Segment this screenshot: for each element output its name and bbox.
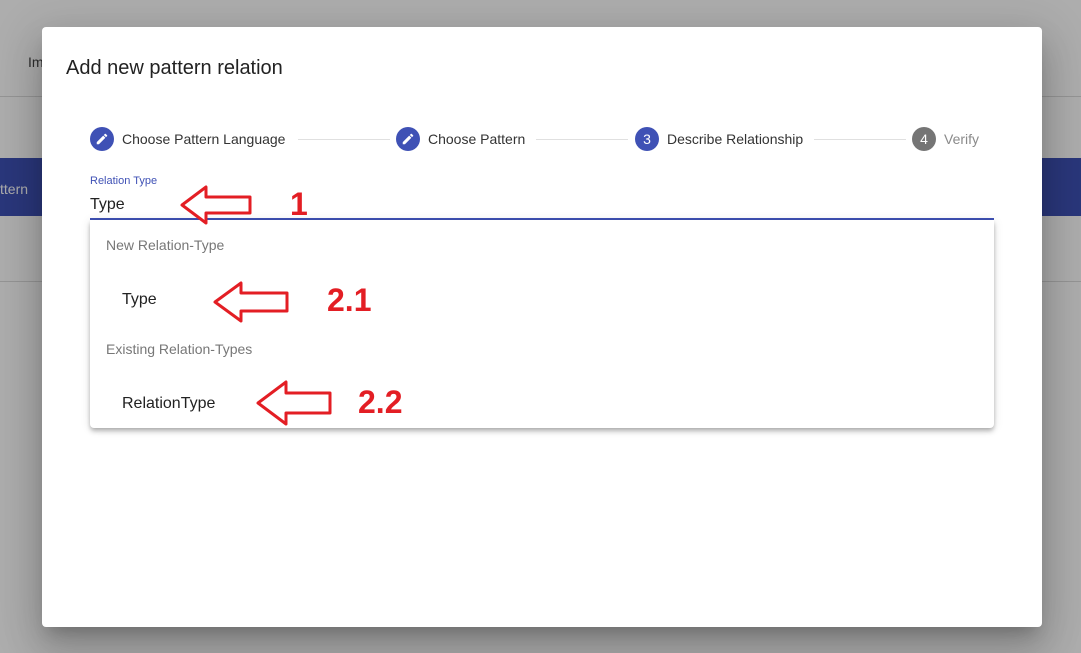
- annotation-number: 2.2: [358, 384, 403, 420]
- annotation-number: 1: [290, 186, 308, 222]
- step-connector: [814, 139, 906, 140]
- step-number-icon: 3: [635, 127, 659, 151]
- step-label: Choose Pattern: [428, 131, 526, 147]
- annotation-arrow-icon: [213, 281, 289, 323]
- step-describe-relationship[interactable]: 3 Describe Relationship: [635, 127, 804, 151]
- pencil-icon: [90, 127, 114, 151]
- group-label-new: New Relation-Type: [106, 237, 225, 253]
- pencil-icon: [396, 127, 420, 151]
- annotation-arrow-icon: [256, 380, 332, 426]
- option-existing-relationtype[interactable]: RelationType: [90, 382, 994, 426]
- annotation-arrow-icon: [180, 185, 252, 225]
- annotation-number: 2.1: [327, 282, 372, 318]
- step-label: Choose Pattern Language: [122, 131, 286, 147]
- step-choose-pattern[interactable]: Choose Pattern: [396, 127, 526, 151]
- add-pattern-relation-dialog: Add new pattern relation Choose Pattern …: [42, 27, 1042, 627]
- step-label: Verify: [944, 131, 980, 147]
- relation-type-label: Relation Type: [90, 175, 158, 187]
- step-verify[interactable]: 4 Verify: [912, 127, 980, 151]
- relation-type-autocomplete-panel: New Relation-Type Type Existing Relation…: [90, 220, 994, 428]
- dialog-title: Add new pattern relation: [66, 57, 283, 79]
- step-number-icon: 4: [912, 127, 936, 151]
- step-connector: [298, 139, 390, 140]
- group-label-existing: Existing Relation-Types: [106, 341, 253, 357]
- step-connector: [536, 139, 628, 140]
- step-label: Describe Relationship: [667, 131, 804, 147]
- step-choose-pattern-language[interactable]: Choose Pattern Language: [90, 127, 286, 151]
